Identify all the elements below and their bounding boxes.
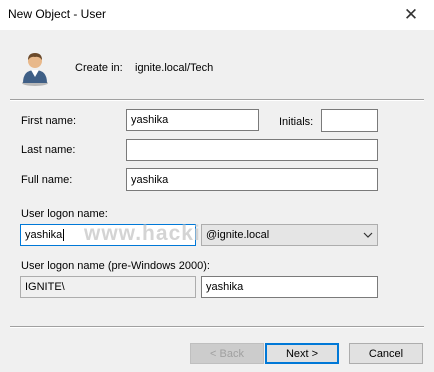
initials-field[interactable] [321, 109, 378, 132]
close-button[interactable]: ✕ [388, 0, 434, 30]
last-name-label: Last name: [21, 144, 76, 156]
window-title: New Object - User [8, 7, 107, 21]
last-name-field[interactable] [126, 139, 378, 161]
logon-name-label: User logon name: [21, 208, 108, 220]
separator [10, 99, 424, 101]
first-name-field[interactable]: yashika [126, 109, 259, 131]
full-name-label: Full name: [21, 174, 73, 186]
close-icon: ✕ [403, 5, 419, 24]
title-bar: New Object - User ✕ [0, 0, 434, 30]
pre2000-name-field[interactable]: yashika [201, 276, 378, 298]
cancel-button[interactable]: Cancel [349, 343, 423, 364]
create-in-label: Create in: [75, 62, 123, 74]
first-name-label: First name: [21, 115, 77, 127]
user-icon [22, 53, 48, 86]
initials-label: Initials: [279, 116, 314, 128]
next-button[interactable]: Next > [265, 343, 339, 364]
pre2000-domain-field: IGNITE\ [20, 276, 196, 298]
domain-select[interactable]: @ignite.local [201, 224, 378, 246]
separator [10, 326, 424, 328]
domain-value: @ignite.local [206, 229, 270, 241]
pre2000-label: User logon name (pre-Windows 2000): [21, 260, 210, 272]
create-in-path: ignite.local/Tech [135, 62, 214, 74]
chevron-down-icon [363, 232, 373, 238]
full-name-field[interactable]: yashika [126, 168, 378, 191]
text-cursor [63, 229, 65, 241]
back-button[interactable]: < Back [190, 343, 264, 364]
